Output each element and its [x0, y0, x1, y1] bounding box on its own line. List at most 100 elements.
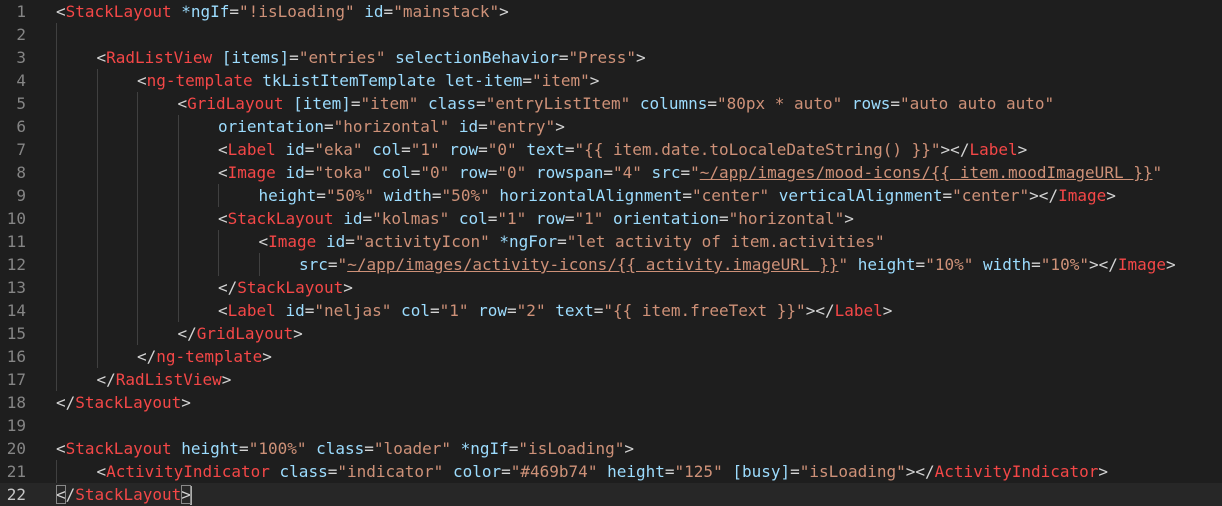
- code-token: StackLayout: [227, 209, 334, 228]
- code-token: >: [635, 48, 646, 67]
- code-editor[interactable]: 1 <StackLayout *ngIf="!isLoading" id="mai…: [0, 0, 1222, 506]
- code-token: =: [942, 186, 953, 205]
- code-line[interactable]: 18 </StackLayout>: [0, 391, 1222, 414]
- code-token: "center": [952, 186, 1030, 205]
- line-number: 7: [16, 140, 26, 159]
- code-line[interactable]: 1 <StackLayout *ngIf="!isLoading" id="mai…: [0, 0, 1222, 23]
- indent-guide: [96, 184, 98, 207]
- code-line[interactable]: 8 <Image id="toka" col="0" row="0" rowspa…: [0, 161, 1222, 184]
- indent-guide: [56, 207, 57, 230]
- code-token: <: [56, 2, 66, 21]
- code-line[interactable]: 9 height="50%" width="50%" horizontalAlig…: [0, 184, 1222, 207]
- code-token: <: [218, 209, 228, 228]
- indent-guide: [56, 23, 57, 46]
- code-token: "item": [360, 94, 419, 113]
- code-token: =: [362, 209, 373, 228]
- code-line[interactable]: 10 <StackLayout id="kolmas" col="1" row="…: [0, 207, 1222, 230]
- code-token: ActivityIndicator: [106, 462, 270, 481]
- code-text: </RadListView>: [97, 368, 232, 391]
- code-token: rowspan: [526, 163, 604, 182]
- code-token: Label: [227, 140, 276, 159]
- code-token: [items]: [212, 48, 290, 67]
- line-number: 8: [16, 163, 26, 182]
- code-line[interactable]: 6 orientation="horizontal" id="entry">: [0, 115, 1222, 138]
- code-token: =: [603, 163, 614, 182]
- code-token: </: [137, 347, 157, 366]
- code-token: Image: [268, 232, 317, 251]
- code-token: ": [838, 255, 849, 274]
- text-cursor: [189, 486, 192, 505]
- code-token: =: [327, 255, 338, 274]
- code-line[interactable]: 7 <Label id="eka" col="1" row="0" text="{…: [0, 138, 1222, 161]
- code-token: =: [323, 117, 334, 136]
- code-line[interactable]: 17 </RadListView>: [0, 368, 1222, 391]
- code-line[interactable]: 21 <ActivityIndicator class="indicator" c…: [0, 460, 1222, 483]
- code-token: >: [555, 117, 565, 136]
- line-number: 1: [16, 2, 26, 21]
- line-number: 14: [6, 301, 26, 320]
- code-token: columns: [630, 94, 708, 113]
- code-token: =: [790, 462, 800, 481]
- code-token: verticalAlignment: [769, 186, 943, 205]
- code-line[interactable]: 3 <RadListView [items]="entries" selectio…: [0, 46, 1222, 69]
- code-token: [busy]: [722, 462, 791, 481]
- code-token: col: [362, 140, 402, 159]
- code-token: "activityIcon": [354, 232, 490, 251]
- code-line[interactable]: 2: [0, 23, 1222, 46]
- code-token: col: [449, 209, 488, 228]
- code-token: color: [443, 462, 502, 481]
- code-line[interactable]: 20 <StackLayout height="100%" class="load…: [0, 437, 1222, 460]
- code-token: *ngFor: [489, 232, 558, 251]
- code-token: >: [1106, 186, 1116, 205]
- code-text: </StackLayout>: [56, 483, 192, 506]
- code-token: class: [418, 94, 477, 113]
- code-token: src: [299, 255, 328, 274]
- code-line[interactable]: 16 </ng-template>: [0, 345, 1222, 368]
- code-line[interactable]: 11 <Image id="activityIcon" *ngFor="let a…: [0, 230, 1222, 253]
- code-token: row: [439, 140, 479, 159]
- indent-guide: [56, 322, 57, 345]
- code-token: id: [354, 2, 384, 21]
- line-number: 13: [6, 278, 26, 297]
- code-token: =: [564, 140, 575, 159]
- code-token: height: [597, 462, 665, 481]
- code-line[interactable]: 22 </StackLayout>: [0, 483, 1222, 506]
- code-token: <: [56, 439, 66, 458]
- code-line[interactable]: 19: [0, 414, 1222, 437]
- code-token: "auto auto auto": [900, 94, 1055, 113]
- indent-guide: [56, 115, 57, 138]
- code-line[interactable]: 15 </GridLayout>: [0, 322, 1222, 345]
- code-token: GridLayout: [196, 324, 294, 343]
- code-token: =: [487, 163, 498, 182]
- code-line[interactable]: 14 <Label id="neljas" col="1" row="2" tex…: [0, 299, 1222, 322]
- code-token: Image: [1058, 186, 1107, 205]
- code-token: =: [345, 232, 355, 251]
- code-token: "Press": [568, 48, 636, 67]
- code-token: <: [96, 48, 107, 67]
- code-line[interactable]: 13 </StackLayout>: [0, 276, 1222, 299]
- code-token: orientation: [603, 209, 719, 228]
- code-text: <Label id="neljas" col="1" row="2" text=…: [218, 299, 892, 322]
- indent-guide: [96, 299, 98, 322]
- code-token: "4": [613, 163, 642, 182]
- code-token: =: [558, 48, 569, 67]
- code-text: <Image id="activityIcon" *ngFor="let act…: [259, 230, 885, 253]
- code-token: "mainstack": [393, 2, 500, 21]
- code-line[interactable]: 12 src="~/app/images/activity-icons/{{ ac…: [0, 253, 1222, 276]
- code-token: text: [545, 301, 594, 320]
- indent-guide: [177, 138, 179, 161]
- code-token: col: [372, 163, 411, 182]
- code-token: =: [289, 48, 299, 67]
- code-token: text: [516, 140, 565, 159]
- code-token: =: [682, 186, 693, 205]
- code-token: >: [499, 2, 509, 21]
- line-number: 3: [16, 48, 26, 67]
- code-line[interactable]: 5 <GridLayout [item]="item" class="entryL…: [0, 92, 1222, 115]
- code-line[interactable]: 4 <ng-template tkListItemTemplate let-ite…: [0, 69, 1222, 92]
- code-token: "80px * auto": [716, 94, 843, 113]
- code-text: <StackLayout id="kolmas" col="1" row="1"…: [218, 207, 854, 230]
- code-token: "entries": [298, 48, 386, 67]
- code-token: "toka": [314, 163, 373, 182]
- code-token: class: [269, 462, 328, 481]
- code-token: >: [624, 439, 635, 458]
